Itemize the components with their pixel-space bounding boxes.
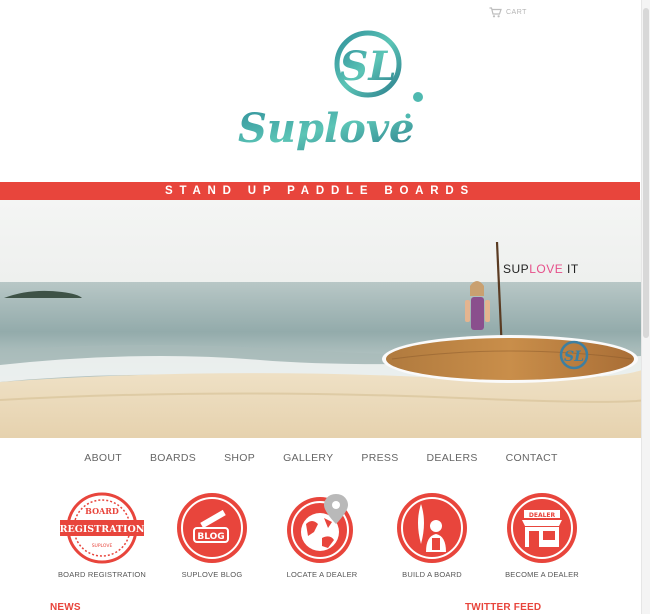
main-nav: ABOUT BOARDS SHOP GALLERY PRESS DEALERS … (0, 452, 642, 464)
svg-text:SL: SL (339, 43, 396, 90)
scrollbar-thumb[interactable] (643, 8, 649, 338)
suplove-blog-label: SUPLOVE BLOG (181, 570, 243, 579)
news-heading: NEWS (50, 602, 81, 613)
blog-pencil-icon: BLOG (177, 493, 247, 563)
nav-gallery[interactable]: GALLERY (269, 452, 347, 464)
become-dealer-label: BECOME A DEALER (505, 570, 579, 579)
svg-text:BLOG: BLOG (197, 532, 224, 542)
become-dealer-link[interactable]: DEALER BECOME A DEALER (487, 492, 597, 579)
banner-text: STAND UP PADDLE BOARDS (165, 185, 475, 197)
globe-pin-icon (287, 494, 353, 563)
svg-text:SUPLOVE: SUPLOVE (92, 543, 113, 549)
nav-contact[interactable]: CONTACT (492, 452, 572, 464)
build-board-label: BUILD A BOARD (402, 570, 462, 579)
twitter-feed-heading: TWITTER FEED (465, 602, 542, 613)
board-registration-link[interactable]: REGISTRATION BOARD SUPLOVE BOARD REGISTR… (47, 492, 157, 579)
nav-press[interactable]: PRESS (347, 452, 412, 464)
storefront-icon: DEALER (507, 493, 577, 563)
svg-text:DEALER: DEALER (529, 512, 556, 519)
svg-text:REGISTRATION: REGISTRATION (60, 524, 145, 535)
build-board-icon (397, 493, 467, 563)
registration-badge-icon: REGISTRATION BOARD SUPLOVE (60, 492, 145, 564)
suplove-blog-link[interactable]: BLOG SUPLOVE BLOG (157, 492, 267, 579)
scrollbar[interactable] (641, 0, 650, 614)
tagline-banner: STAND UP PADDLE BOARDS (0, 182, 640, 200)
cart-link[interactable]: CART (489, 7, 527, 18)
suplove-logo[interactable]: SL Suplove (232, 22, 428, 162)
page: CART SL Suplove STAND UP PADDLE BOARDS S… (0, 0, 650, 614)
feature-icons: REGISTRATION BOARD SUPLOVE BOARD REGISTR… (44, 492, 604, 582)
svg-text:SL: SL (564, 349, 584, 365)
nav-dealers[interactable]: DEALERS (413, 452, 492, 464)
hero-image: SL (0, 200, 642, 438)
cart-icon (489, 7, 502, 18)
locate-dealer-link[interactable]: LOCATE A DEALER (267, 492, 377, 579)
nav-about[interactable]: ABOUT (70, 452, 136, 464)
cart-label: CART (506, 9, 527, 16)
hero-tagline: SUPLOVE IT (503, 262, 579, 276)
build-board-link[interactable]: BUILD A BOARD (377, 492, 487, 579)
nav-shop[interactable]: SHOP (210, 452, 269, 464)
locate-dealer-label: LOCATE A DEALER (286, 570, 358, 579)
svg-text:BOARD: BOARD (85, 506, 119, 516)
nav-boards[interactable]: BOARDS (136, 452, 210, 464)
svg-text:Suplove: Suplove (238, 105, 415, 152)
board-registration-label: BOARD REGISTRATION (57, 570, 147, 579)
